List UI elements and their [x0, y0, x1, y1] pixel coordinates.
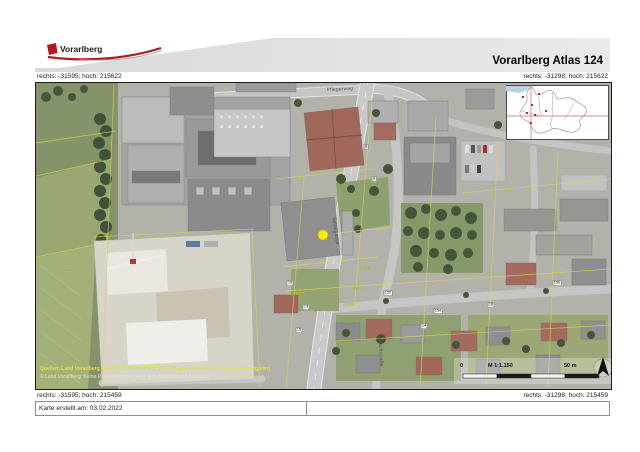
overview-inset-map[interactable] — [506, 86, 609, 140]
map-view[interactable]: PflegerwegSpitalgasseForachstraße1013158… — [35, 82, 612, 390]
footer-empty-cell — [307, 401, 610, 416]
coordinates-bottom: rechts: -31595; hoch: 215459 rechts: -31… — [35, 391, 610, 401]
vorarlberg-logo: Vorarlberg — [45, 41, 170, 65]
coordinates-top: rechts: -31595; hoch: 215622 rechts: -31… — [35, 72, 610, 82]
scale-ratio-label: M 1:1.150 — [488, 363, 513, 369]
scale-zero-label: 0 — [460, 363, 463, 369]
map-attribution-sources: Quellen: Land Vorarlberg - LVA, BEV (28.… — [40, 366, 270, 372]
footer: Karte erstellt am: 03.02.2022 — [35, 401, 610, 416]
app-title: Vorarlberg Atlas 124 — [492, 55, 603, 67]
location-marker[interactable] — [318, 230, 328, 240]
map-created-date: Karte erstellt am: 03.02.2022 — [35, 401, 307, 416]
scale-bar — [454, 358, 611, 384]
coord-top-left: rechts: -31595; hoch: 215622 — [37, 73, 122, 80]
logo-text: Vorarlberg — [60, 44, 102, 54]
scale-distance-label: 50 m — [564, 363, 577, 369]
coord-bottom-right: rechts: -31298; hoch: 215459 — [523, 392, 608, 399]
coord-bottom-left: rechts: -31595; hoch: 215459 — [37, 392, 122, 399]
coord-top-right: rechts: -31298; hoch: 215622 — [523, 73, 608, 80]
aerial-imagery — [36, 83, 611, 389]
logo-flag-icon — [47, 43, 58, 55]
header-banner: Vorarlberg Vorarlberg Atlas 124 — [35, 38, 610, 72]
map-attribution-copyright: © Land Vorarlberg: Keine Rechtsverbindli… — [40, 374, 209, 380]
